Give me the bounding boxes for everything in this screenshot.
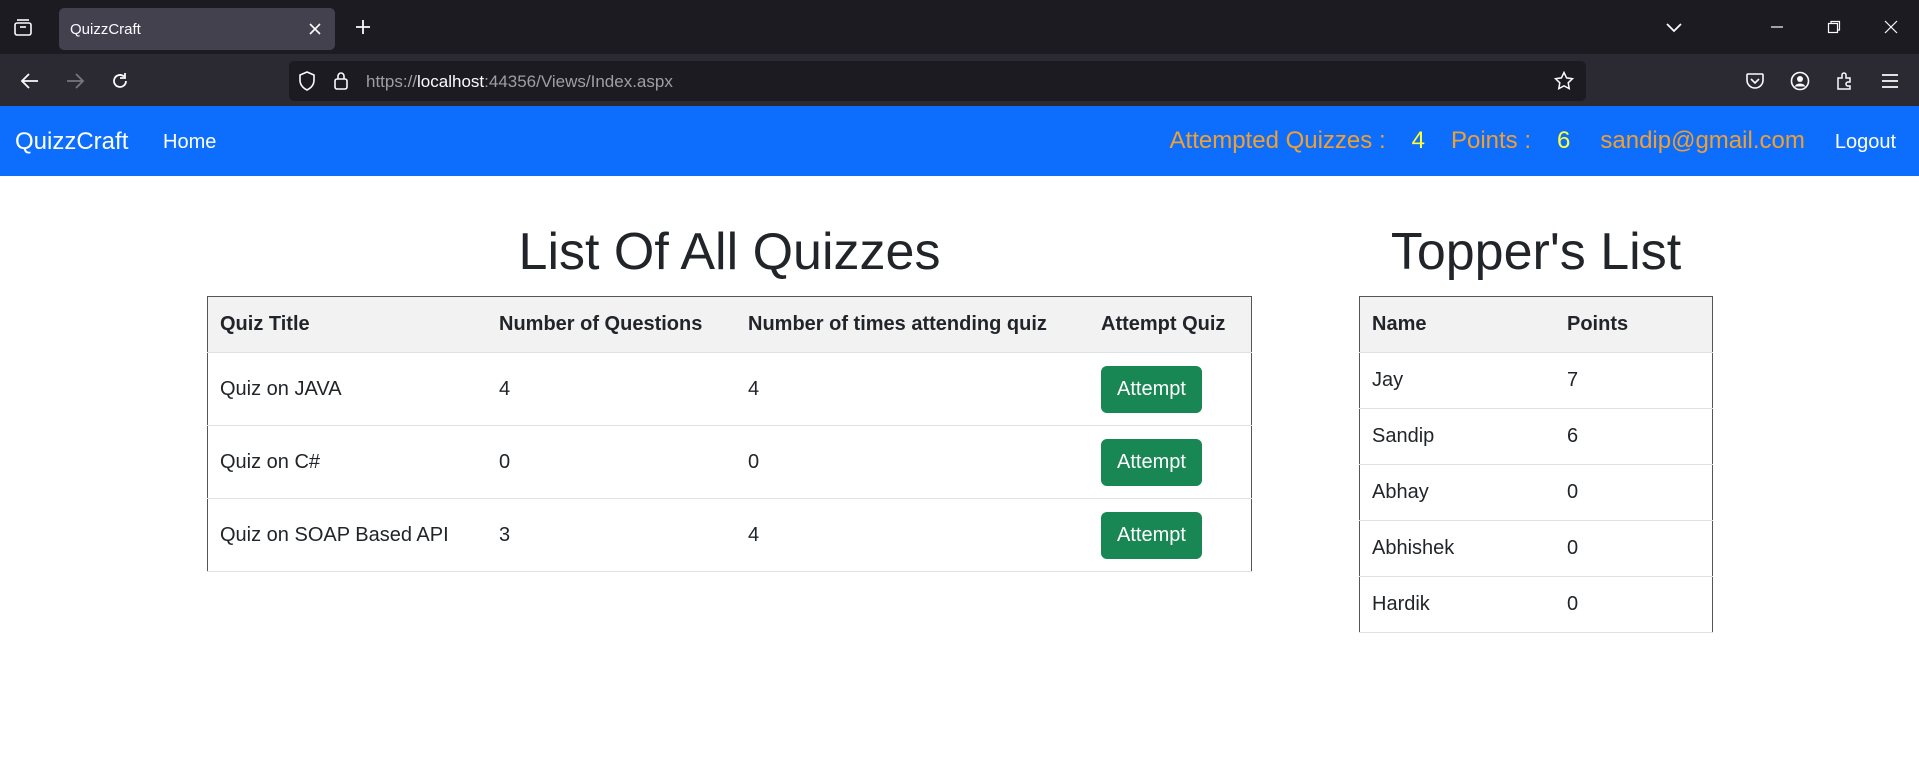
user-stats: Attempted Quizzes : 4 Points : 6 sandip@… bbox=[1170, 127, 1896, 155]
table-row: Jay 7 bbox=[1359, 352, 1713, 409]
home-link[interactable]: Home bbox=[163, 131, 216, 154]
url-host: localhost bbox=[417, 72, 485, 91]
window-close-icon[interactable] bbox=[1878, 14, 1904, 40]
quiz-attempts: 4 bbox=[736, 352, 1089, 426]
topper-name: Abhishek bbox=[1359, 520, 1555, 577]
table-row: Hardik 0 bbox=[1359, 576, 1713, 633]
star-icon[interactable] bbox=[1554, 71, 1574, 91]
restore-icon[interactable] bbox=[1821, 14, 1847, 40]
extensions-icon[interactable] bbox=[1831, 67, 1859, 95]
table-header-row: Quiz Title Number of Questions Number of… bbox=[207, 296, 1252, 353]
topper-name: Jay bbox=[1359, 352, 1555, 409]
forward-arrow-icon[interactable] bbox=[61, 67, 89, 95]
close-icon[interactable] bbox=[305, 19, 325, 39]
lock-icon[interactable] bbox=[331, 71, 351, 91]
reload-icon[interactable] bbox=[106, 67, 134, 95]
plus-icon[interactable] bbox=[350, 14, 376, 40]
tab-title: QuizzCraft bbox=[70, 21, 141, 38]
browser-tab-active[interactable]: QuizzCraft bbox=[59, 8, 335, 50]
quiz-attempts: 4 bbox=[736, 498, 1089, 572]
hamburger-menu-icon[interactable] bbox=[1876, 67, 1904, 95]
table-row: Abhishek 0 bbox=[1359, 520, 1713, 577]
column-header: Quiz Title bbox=[207, 296, 487, 353]
column-header: Number of Questions bbox=[487, 296, 736, 353]
table-row: Quiz on C# 0 0 Attempt bbox=[207, 425, 1252, 499]
pocket-icon[interactable] bbox=[1741, 67, 1769, 95]
app-navbar: QuizzCraft Home Attempted Quizzes : 4 Po… bbox=[0, 106, 1919, 176]
column-header: Name bbox=[1359, 296, 1555, 353]
table-row: Sandip 6 bbox=[1359, 408, 1713, 465]
toppers-heading: Topper's List bbox=[1390, 223, 1682, 281]
topper-points: 0 bbox=[1555, 464, 1713, 521]
attempt-button[interactable]: Attempt bbox=[1101, 365, 1202, 413]
quiz-questions: 4 bbox=[487, 352, 736, 426]
tab-list-icon[interactable] bbox=[10, 14, 36, 40]
attempt-cell: Attempt bbox=[1089, 425, 1252, 499]
attempt-button[interactable]: Attempt bbox=[1101, 511, 1202, 559]
topper-points: 0 bbox=[1555, 520, 1713, 577]
quiz-title: Quiz on JAVA bbox=[207, 352, 487, 426]
brand-link[interactable]: QuizzCraft bbox=[15, 128, 128, 156]
topper-points: 7 bbox=[1555, 352, 1713, 409]
attempt-button[interactable]: Attempt bbox=[1101, 438, 1202, 486]
column-header: Points bbox=[1555, 296, 1713, 353]
quiz-questions: 0 bbox=[487, 425, 736, 499]
topper-name: Sandip bbox=[1359, 408, 1555, 465]
attempted-count: 4 bbox=[1411, 127, 1425, 154]
chevron-down-icon[interactable] bbox=[1661, 14, 1687, 40]
topper-name: Hardik bbox=[1359, 576, 1555, 633]
table-row: Abhay 0 bbox=[1359, 464, 1713, 521]
topper-points: 6 bbox=[1555, 408, 1713, 465]
topper-name: Abhay bbox=[1359, 464, 1555, 521]
browser-tab-bar: QuizzCraft bbox=[0, 0, 1919, 54]
toppers-table: Name Points Jay 7 Sandip 6 Abhay 0 Abhis… bbox=[1359, 296, 1713, 633]
quiz-title: Quiz on SOAP Based API bbox=[207, 498, 487, 572]
minimize-icon[interactable] bbox=[1764, 14, 1790, 40]
logout-link[interactable]: Logout bbox=[1835, 131, 1896, 154]
url-scheme: https:// bbox=[366, 72, 418, 91]
table-row: Quiz on SOAP Based API 3 4 Attempt bbox=[207, 498, 1252, 572]
attempted-label: Attempted Quizzes : bbox=[1169, 127, 1386, 154]
quizzes-heading: List Of All Quizzes bbox=[518, 223, 941, 281]
url-text[interactable]: https://localhost:44356/Views/Index.aspx bbox=[366, 72, 673, 92]
url-path: :44356/Views/Index.aspx bbox=[484, 72, 673, 91]
table-row: Quiz on JAVA 4 4 Attempt bbox=[207, 352, 1252, 426]
attempt-cell: Attempt bbox=[1089, 352, 1252, 426]
quiz-attempts: 0 bbox=[736, 425, 1089, 499]
quiz-questions: 3 bbox=[487, 498, 736, 572]
url-bar[interactable]: https://localhost:44356/Views/Index.aspx bbox=[289, 61, 1586, 101]
column-header: Attempt Quiz bbox=[1089, 296, 1252, 353]
table-header-row: Name Points bbox=[1359, 296, 1713, 353]
back-arrow-icon[interactable] bbox=[16, 67, 44, 95]
column-header: Number of times attending quiz bbox=[736, 296, 1089, 353]
attempt-cell: Attempt bbox=[1089, 498, 1252, 572]
topper-points: 0 bbox=[1555, 576, 1713, 633]
quizzes-table: Quiz Title Number of Questions Number of… bbox=[207, 296, 1252, 572]
points-value: 6 bbox=[1557, 127, 1571, 154]
points-label: Points : bbox=[1450, 127, 1532, 154]
shield-icon[interactable] bbox=[297, 71, 317, 91]
user-email: sandip@gmail.com bbox=[1600, 127, 1805, 154]
quiz-title: Quiz on C# bbox=[207, 425, 487, 499]
account-icon[interactable] bbox=[1786, 67, 1814, 95]
